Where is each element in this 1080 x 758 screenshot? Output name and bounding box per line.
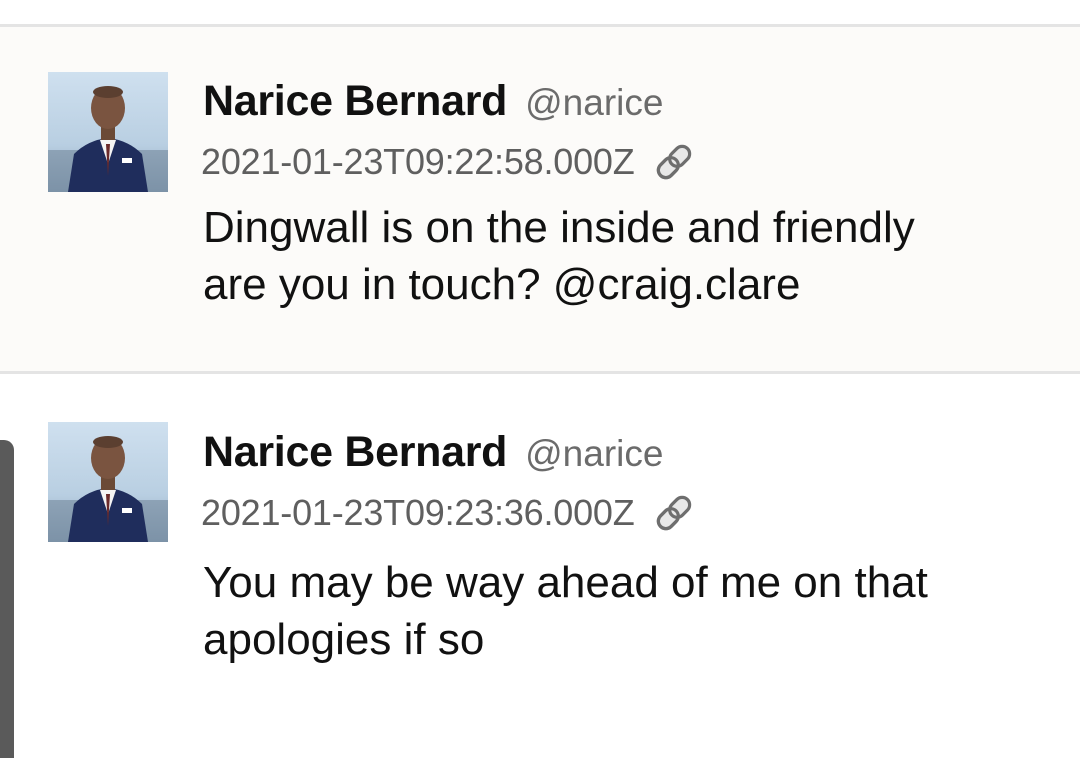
post-body-line: are you in touch? @craig.clare [203, 260, 801, 309]
avatar[interactable] [48, 72, 168, 192]
post-body-line: Dingwall is on the inside and friendly [203, 203, 915, 252]
post-body: Dingwall is on the inside and friendly a… [203, 199, 1043, 313]
author-handle[interactable]: @narice [525, 433, 663, 474]
avatar-image [48, 72, 168, 192]
post-body-line: apologies if so [203, 615, 485, 664]
author-name[interactable]: Narice Bernard [203, 428, 507, 476]
top-strip [0, 0, 1080, 24]
link-chain-icon[interactable] [651, 139, 697, 185]
post-body: You may be way ahead of me on that apolo… [203, 554, 1043, 668]
post-meta: 2021-01-23T09:23:36.000Z [201, 490, 697, 536]
post-meta: 2021-01-23T09:22:58.000Z [201, 139, 697, 185]
scroll-handle[interactable] [0, 440, 14, 758]
feed-page: Narice Bernard @narice 2021-01-23T09:22:5… [0, 0, 1080, 758]
post-timestamp: 2021-01-23T09:23:36.000Z [201, 492, 635, 533]
post-header: Narice Bernard @narice [203, 428, 663, 477]
post-header: Narice Bernard @narice [203, 77, 663, 126]
avatar-image [48, 422, 168, 542]
post-body-line: You may be way ahead of me on that [203, 558, 928, 607]
link-chain-icon[interactable] [651, 490, 697, 536]
author-handle[interactable]: @narice [525, 82, 663, 123]
author-name[interactable]: Narice Bernard [203, 77, 507, 125]
post-item[interactable]: Narice Bernard @narice 2021-01-23T09:22:5… [0, 27, 1080, 371]
post-timestamp: 2021-01-23T09:22:58.000Z [201, 141, 635, 182]
avatar[interactable] [48, 422, 168, 542]
post-item[interactable]: Narice Bernard @narice 2021-01-23T09:23:3… [0, 374, 1080, 758]
